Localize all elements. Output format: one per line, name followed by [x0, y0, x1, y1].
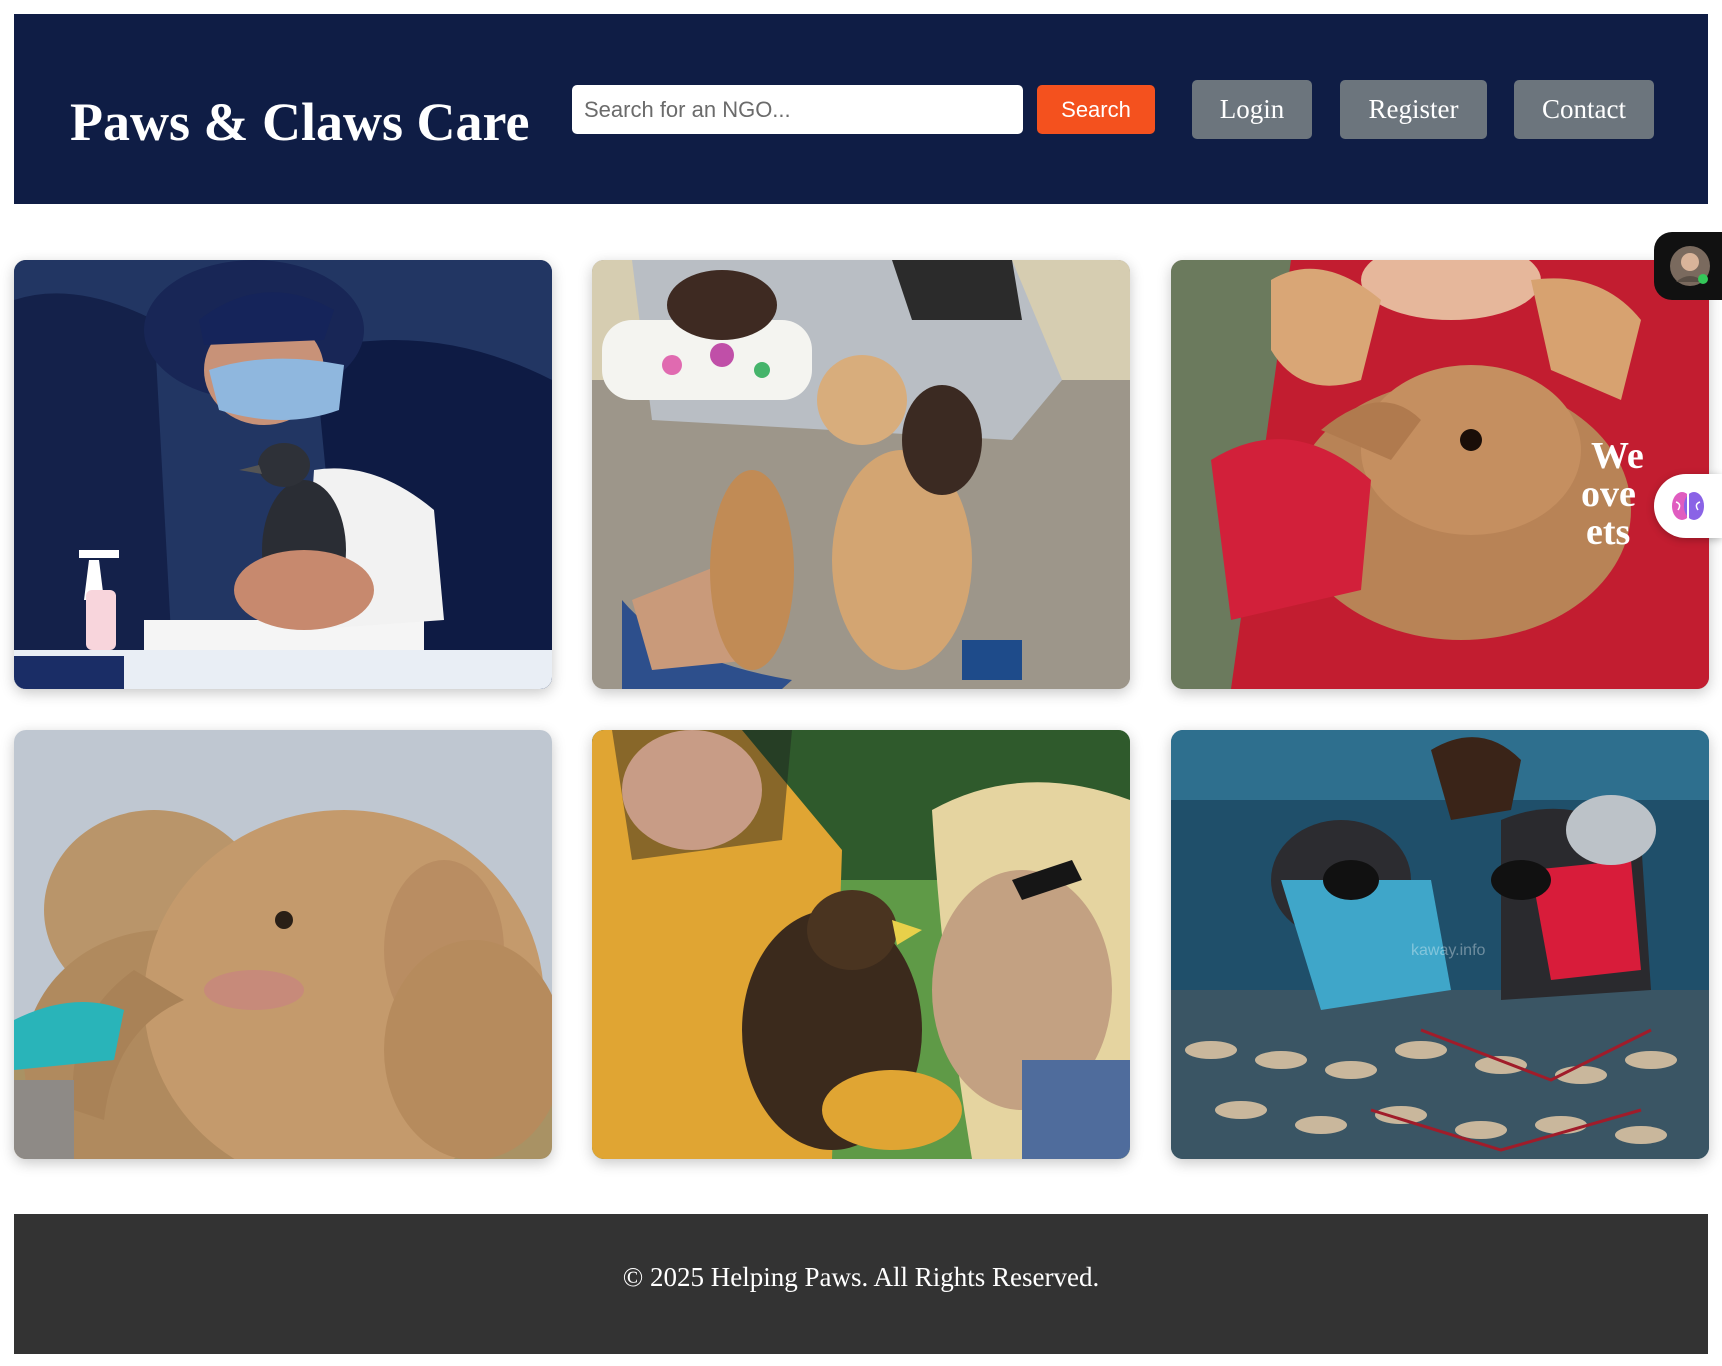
shirt-text-line-3: ets [1586, 511, 1630, 553]
login-button[interactable]: Login [1192, 80, 1312, 139]
register-button[interactable]: Register [1340, 80, 1487, 139]
shirt-text-line-1: We [1591, 435, 1644, 477]
puppies-bottle-feeding-photo[interactable] [592, 260, 1130, 689]
eagle-handling-photo[interactable] [592, 730, 1130, 1159]
shirt-text-line-2: ove [1581, 473, 1636, 515]
search-button[interactable]: Search [1037, 85, 1155, 134]
site-footer: © 2025 Helping Paws. All Rights Reserved… [14, 1214, 1708, 1354]
coral-divers-photo[interactable]: kaway.info [1171, 730, 1709, 1159]
search-input[interactable] [572, 85, 1023, 134]
avatar-icon [1670, 246, 1710, 286]
rabbit-hug-photo[interactable]: We ove ets [1171, 260, 1709, 689]
photo-watermark: kaway.info [1411, 942, 1486, 959]
site-title: Paws & Claws Care [70, 92, 530, 152]
assistant-avatar-widget[interactable] [1654, 232, 1722, 300]
copyright-text: © 2025 Helping Paws. All Rights Reserved… [622, 1262, 1100, 1292]
site-header: Paws & Claws Care Search Login Register … [14, 14, 1708, 204]
brain-icon [1672, 492, 1704, 520]
elephants-photo[interactable] [14, 730, 552, 1159]
contact-button[interactable]: Contact [1514, 80, 1654, 139]
penguin-chick-care-photo[interactable] [14, 260, 552, 689]
brain-widget-button[interactable] [1654, 474, 1722, 538]
